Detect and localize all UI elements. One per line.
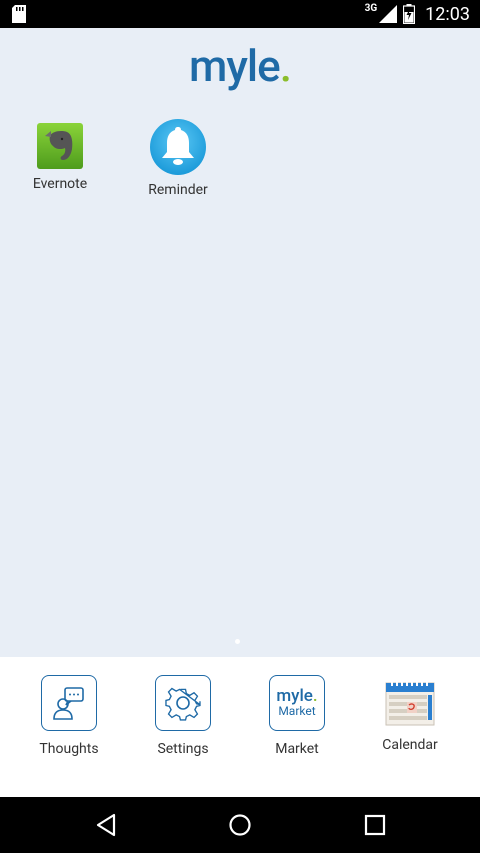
dock-label: Market [275,741,319,757]
dock: Thoughts Settings myle. Market Market Ca… [0,657,480,797]
status-bar: 3G 12:03 [0,0,480,28]
dock-item-settings[interactable]: Settings [128,675,238,757]
dock-label: Settings [157,741,209,757]
navigation-bar [0,797,480,853]
dock-item-market[interactable]: myle. Market Market [242,675,352,757]
page-indicator [235,639,240,644]
recents-icon[interactable] [361,811,389,839]
clock: 12:03 [425,3,470,25]
market-subtext: Market [278,704,316,718]
calendar-icon [385,680,435,726]
bell-icon [150,119,206,175]
thoughts-icon [41,675,97,731]
market-logo-text: myle [276,686,313,706]
logo-dot: . [279,40,292,92]
dock-label: Calendar [382,737,438,753]
network-type: 3G [364,2,378,14]
app-label: Reminder [148,182,208,198]
app-label: Evernote [32,176,88,192]
evernote-icon [37,123,83,169]
signal-icon [379,5,398,23]
dock-item-calendar[interactable]: Calendar [355,675,465,753]
logo-text: myle [189,40,281,92]
gear-icon [155,675,211,731]
dock-label: Thoughts [39,741,99,757]
app-evernote[interactable]: Evernote [10,122,110,192]
home-icon[interactable] [226,811,254,839]
back-icon[interactable] [92,811,120,839]
market-logo-dot: . [312,686,318,706]
dock-item-thoughts[interactable]: Thoughts [14,675,124,757]
app-reminder[interactable]: Reminder [128,118,228,198]
battery-icon [403,4,416,24]
myle-logo: myle. [0,40,480,92]
market-icon: myle. Market [269,675,325,731]
sd-card-icon [12,5,26,23]
